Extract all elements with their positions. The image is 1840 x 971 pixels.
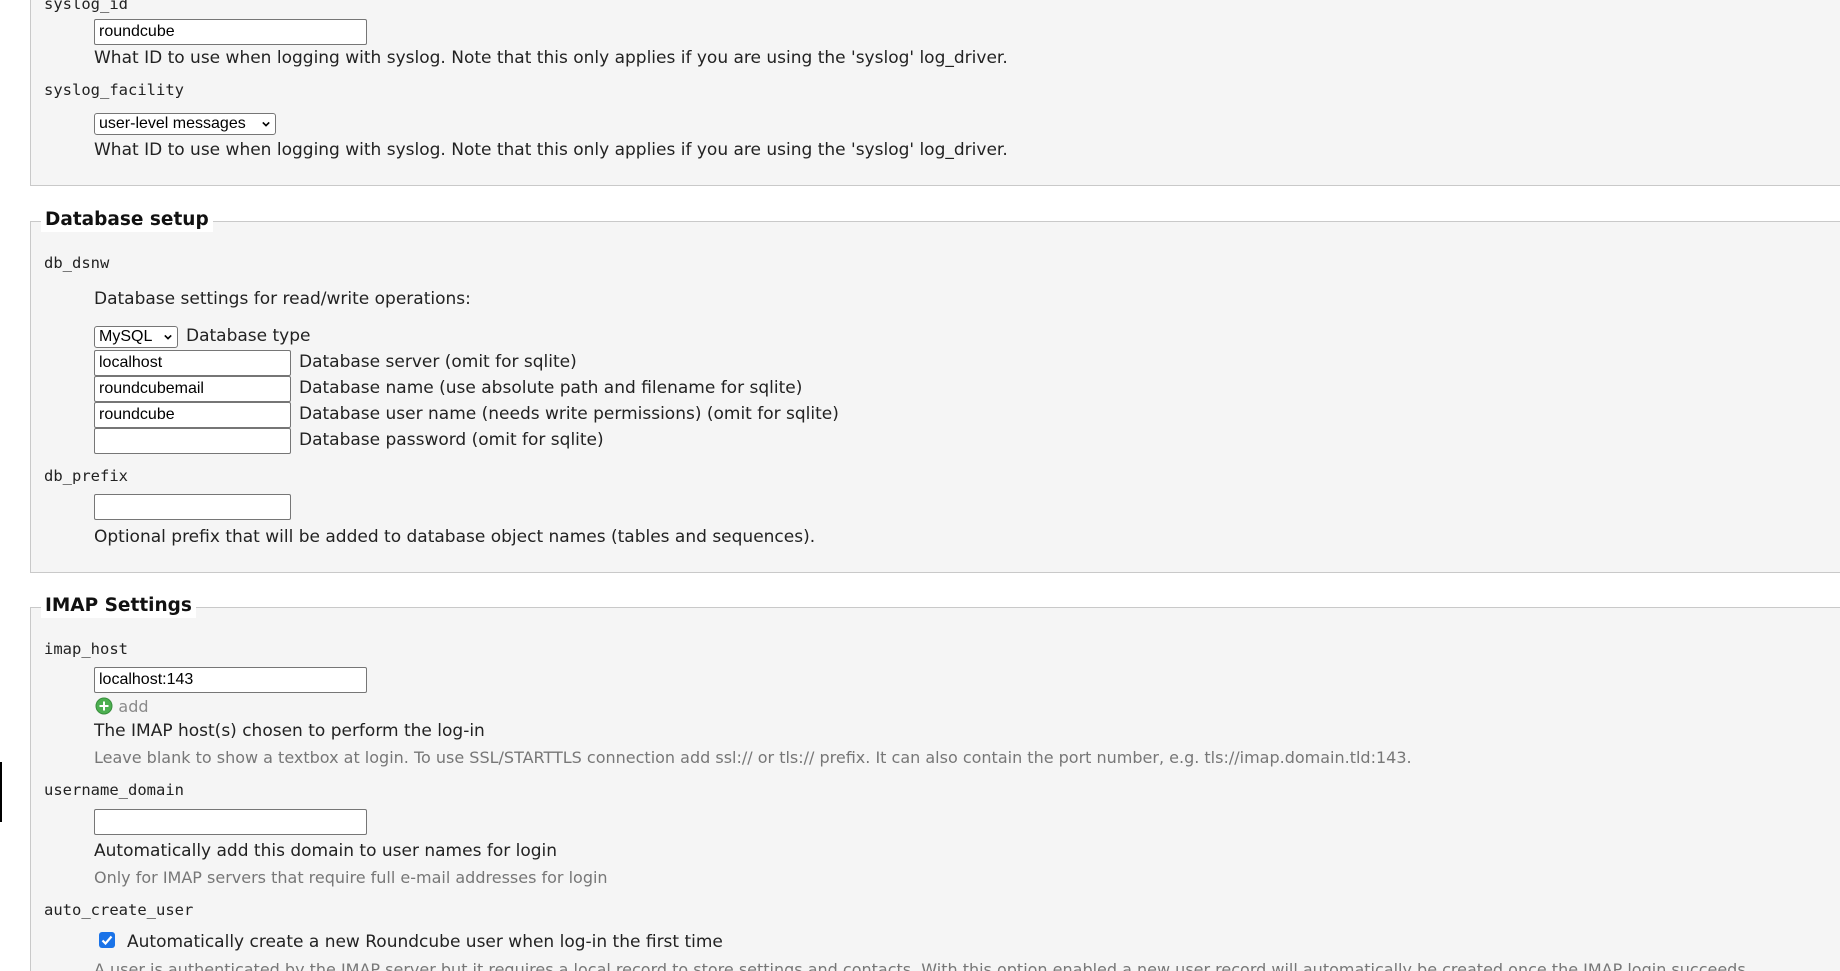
syslog-id-name: syslog_id <box>44 0 128 13</box>
db-server-label: Database server (omit for sqlite) <box>299 352 577 372</box>
chevron-down-icon <box>262 121 270 127</box>
imap-host-hint: Leave blank to show a textbox at login. … <box>94 748 1412 767</box>
db-prefix-input[interactable] <box>94 494 291 520</box>
installer-config-page: syslog_id roundcube What ID to use when … <box>0 0 1840 971</box>
logging-settings-section: syslog_id roundcube What ID to use when … <box>30 0 1840 186</box>
db-type-selected: MySQL <box>99 328 153 345</box>
db-server-input[interactable]: localhost <box>94 350 291 376</box>
auto-create-user-hint: A user is authenticated by the IMAP serv… <box>94 960 1751 971</box>
db-prefix-name: db_prefix <box>44 467 128 485</box>
db-dsnw-intro: Database settings for read/write operati… <box>94 289 471 309</box>
auto-create-user-checkbox[interactable] <box>99 932 115 948</box>
add-circle-icon <box>95 697 113 715</box>
db-password-label: Database password (omit for sqlite) <box>299 430 604 450</box>
chevron-down-icon <box>164 334 172 340</box>
syslog-id-input[interactable]: roundcube <box>94 19 367 45</box>
db-name-input[interactable]: roundcubemail <box>94 376 291 402</box>
imap-host-description: The IMAP host(s) chosen to perform the l… <box>94 721 485 741</box>
syslog-id-description: What ID to use when logging with syslog.… <box>94 48 1008 68</box>
database-setup-section: Database setup db_dsnw Database settings… <box>30 208 1840 573</box>
imap-host-input[interactable]: localhost:143 <box>94 667 367 693</box>
syslog-facility-name: syslog_facility <box>44 81 184 99</box>
username-domain-description: Automatically add this domain to user na… <box>94 841 558 861</box>
database-setup-legend: Database setup <box>41 208 213 232</box>
auto-create-user-name: auto_create_user <box>44 901 194 919</box>
username-domain-name: username_domain <box>44 781 184 799</box>
checkmark-icon <box>101 935 113 946</box>
imap-settings-section: IMAP Settings imap_host localhost:143 ad… <box>30 594 1840 971</box>
db-prefix-description: Optional prefix that will be added to da… <box>94 527 816 547</box>
db-type-select[interactable]: MySQL <box>94 326 178 348</box>
db-type-label: Database type <box>186 326 311 346</box>
db-user-input[interactable]: roundcube <box>94 402 291 428</box>
syslog-facility-select[interactable]: user-level messages <box>94 113 276 135</box>
syslog-facility-description: What ID to use when logging with syslog.… <box>94 140 1008 160</box>
username-domain-hint: Only for IMAP servers that require full … <box>94 868 608 887</box>
add-imap-host-link[interactable]: add <box>95 697 149 717</box>
db-password-input[interactable] <box>94 428 291 454</box>
text-cursor-caret <box>0 762 2 822</box>
syslog-facility-selected: user-level messages <box>99 115 246 132</box>
db-dsnw-name: db_dsnw <box>44 254 110 272</box>
username-domain-input[interactable] <box>94 809 367 835</box>
auto-create-user-label: Automatically create a new Roundcube use… <box>127 932 723 952</box>
imap-host-name: imap_host <box>44 640 128 658</box>
add-label: add <box>118 697 149 716</box>
db-user-label: Database user name (needs write permissi… <box>299 404 839 424</box>
db-name-label: Database name (use absolute path and fil… <box>299 378 803 398</box>
imap-settings-legend: IMAP Settings <box>41 594 196 618</box>
